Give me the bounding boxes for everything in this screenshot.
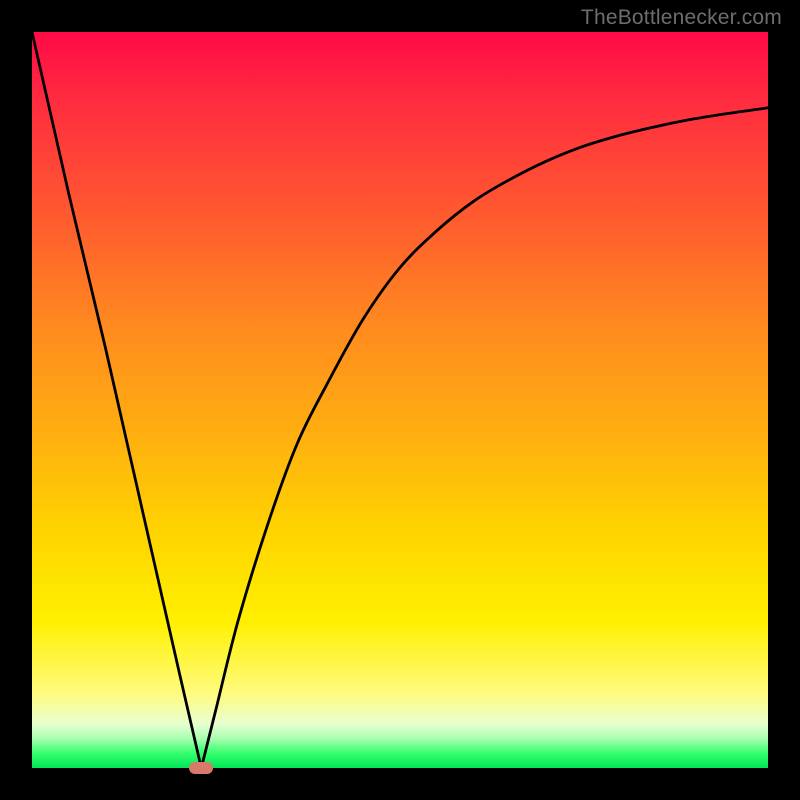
bottleneck-curve: [32, 32, 768, 768]
chart-frame: TheBottlenecker.com: [0, 0, 800, 800]
optimum-marker: [189, 762, 213, 774]
curve-right-branch: [201, 108, 768, 768]
plot-area: [32, 32, 768, 768]
curve-left-branch: [32, 32, 201, 768]
watermark-text: TheBottlenecker.com: [581, 6, 782, 30]
